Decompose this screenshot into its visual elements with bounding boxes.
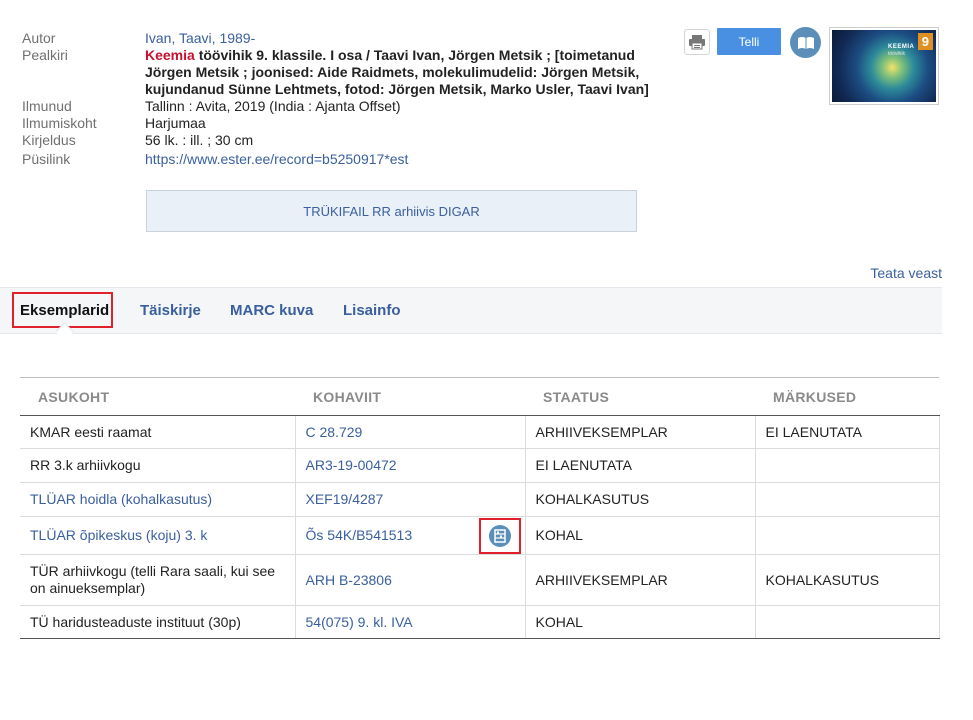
book-cover-image: KEEMIA töövihik 9: [832, 30, 936, 102]
title-label: Pealkiri: [22, 47, 68, 63]
published-value: Tallinn : Avita, 2019 (India : Ajanta Of…: [145, 98, 401, 114]
printer-icon: [689, 35, 705, 50]
cover-subtitle: töövihik: [888, 51, 905, 57]
location-cell: TÜR arhiivkogu (telli Rara saali, kui se…: [20, 554, 296, 606]
table-header-row: ASUKOHT KOHAVIIT STAATUS MÄRKUSED: [20, 377, 939, 416]
author-link[interactable]: Ivan, Taavi, 1989-: [145, 30, 652, 47]
table-row: TLÜAR õpikeskus (koju) 3. k Õs 54K/B5415…: [20, 516, 940, 555]
title-search-highlight: Keemia: [145, 47, 195, 63]
notes-cell: [754, 516, 940, 555]
notes-cell: KOHALKASUTUS: [754, 554, 940, 606]
shelf-map-icon: [488, 525, 511, 547]
place-row: Ilmumiskoht Harjumaa: [22, 115, 652, 132]
record-tabs: Eksemplarid Täiskirje MARC kuva Lisainfo: [0, 287, 942, 334]
status-cell: KOHALKASUTUS: [524, 482, 756, 517]
call-number-link[interactable]: ARH B-23806: [306, 572, 392, 588]
description-row: Kirjeldus 56 lk. : ill. ; 30 cm: [22, 132, 652, 149]
call-number-link[interactable]: Õs 54K/B541513: [306, 527, 413, 543]
holdings-table: ASUKOHT KOHAVIIT STAATUS MÄRKUSED KMAR e…: [20, 377, 940, 639]
book-cover-thumbnail[interactable]: KEEMIA töövihik 9: [829, 27, 939, 105]
call-number-link[interactable]: AR3-19-00472: [306, 457, 397, 473]
place-value: Harjumaa: [145, 115, 206, 131]
notes-cell: EI LAENUTATA: [754, 415, 940, 449]
title-row: Pealkiri Keemia töövihik 9. klassile. I …: [22, 47, 652, 98]
report-error-link[interactable]: Teata veast: [870, 265, 942, 281]
table-row: TÜR arhiivkogu (telli Rara saali, kui se…: [20, 554, 940, 606]
status-cell: ARHIIVEKSEMPLAR: [524, 554, 756, 606]
call-number-link[interactable]: 54(075) 9. kl. IVA: [306, 614, 413, 630]
notes-cell: [754, 605, 940, 639]
description-label: Kirjeldus: [22, 132, 76, 148]
print-button[interactable]: [684, 29, 710, 55]
column-header-location: ASUKOHT: [20, 377, 295, 416]
column-header-status: STAATUS: [525, 377, 755, 416]
notes-cell: [754, 448, 940, 483]
table-row: RR 3.k arhiivkogu AR3-19-00472 EI LAENUT…: [20, 448, 940, 483]
location-cell: KMAR eesti raamat: [20, 415, 296, 449]
call-number-link[interactable]: XEF19/4287: [306, 491, 384, 507]
tab-taiskirje[interactable]: Täiskirje: [140, 288, 201, 333]
tab-marc-kuva[interactable]: MARC kuva: [230, 288, 313, 333]
cover-title: KEEMIA: [888, 44, 915, 50]
order-button[interactable]: Telli: [717, 28, 781, 55]
description-value: 56 lk. : ill. ; 30 cm: [145, 132, 254, 148]
record-title: Keemia töövihik 9. klassile. I osa / Taa…: [145, 47, 652, 98]
published-label: Ilmunud: [22, 98, 72, 114]
status-cell: ARHIIVEKSEMPLAR: [524, 415, 756, 449]
status-cell: KOHAL: [524, 605, 756, 639]
permalink-row: Püsilink https://www.ester.ee/record=b52…: [22, 151, 652, 168]
status-cell: EI LAENUTATA: [524, 448, 756, 483]
digar-file-button[interactable]: TRÜKIFAIL RR arhiivis DIGAR: [146, 190, 637, 232]
read-online-button[interactable]: [790, 27, 821, 58]
status-cell: KOHAL: [524, 516, 756, 555]
open-book-icon: [797, 36, 814, 49]
permalink-label: Püsilink: [22, 151, 71, 167]
title-text: töövihik 9. klassile. I osa / Taavi Ivan…: [145, 47, 649, 97]
column-header-notes: MÄRKUSED: [755, 377, 939, 416]
notes-cell: [754, 482, 940, 517]
shelf-map-button[interactable]: [478, 518, 521, 554]
permalink-link[interactable]: https://www.ester.ee/record=b5250917*est: [145, 151, 652, 168]
column-header-call-number: KOHAVIIT: [295, 377, 525, 416]
table-row: TLÜAR hoidla (kohalkasutus) XEF19/4287 K…: [20, 482, 940, 517]
location-cell: TÜ haridusteaduste instituut (30p): [20, 605, 296, 639]
record-details: Autor Ivan, Taavi, 1989- Pealkiri Keemia…: [22, 30, 652, 168]
cover-grade-number: 9: [917, 33, 933, 50]
table-row: KMAR eesti raamat C 28.729 ARHIIVEKSEMPL…: [20, 415, 940, 449]
author-label: Autor: [22, 30, 56, 46]
place-label: Ilmumiskoht: [22, 115, 97, 131]
published-row: Ilmunud Tallinn : Avita, 2019 (India : A…: [22, 98, 652, 115]
call-number-link[interactable]: C 28.729: [306, 424, 363, 440]
location-link[interactable]: TLÜAR õpikeskus (koju) 3. k: [30, 527, 207, 543]
author-row: Autor Ivan, Taavi, 1989-: [22, 30, 652, 47]
tab-lisainfo[interactable]: Lisainfo: [343, 288, 401, 333]
location-link[interactable]: TLÜAR hoidla (kohalkasutus): [30, 491, 212, 507]
location-cell: RR 3.k arhiivkogu: [20, 448, 296, 483]
table-row: TÜ haridusteaduste instituut (30p) 54(07…: [20, 605, 940, 639]
